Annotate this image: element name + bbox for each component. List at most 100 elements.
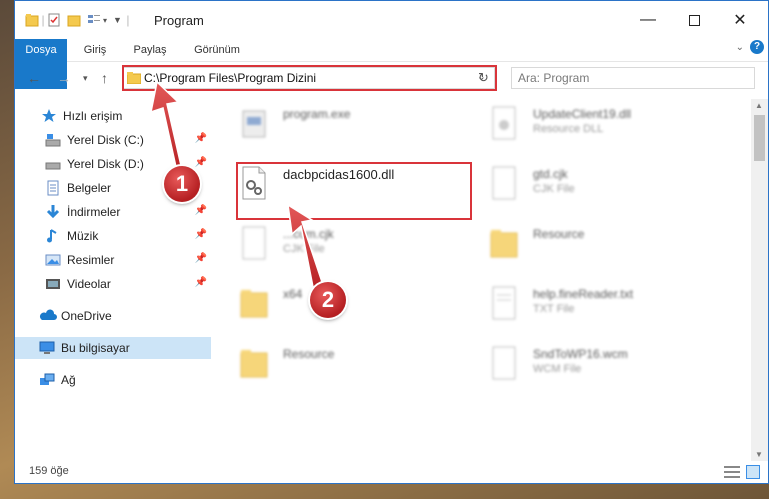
sidebar-item-disk-c[interactable]: Yerel Disk (C:) 📌 xyxy=(15,129,211,151)
sidebar-item-label: OneDrive xyxy=(61,309,112,323)
maximize-button[interactable] xyxy=(671,6,717,34)
sidebar-item-label: Yerel Disk (D:) xyxy=(67,157,144,171)
large-icons-view-icon[interactable] xyxy=(746,465,760,479)
scroll-down-icon[interactable]: ▼ xyxy=(755,450,763,459)
explorer-window: | ▾ ▼ | Program — ✕ Dosya Giriş Paylaş G… xyxy=(14,0,769,484)
videos-icon xyxy=(45,276,61,292)
file-type: CJK File xyxy=(533,183,575,195)
cloud-icon xyxy=(39,308,57,324)
file-type: WCM File xyxy=(533,363,582,375)
back-arrow-icon[interactable]: ← xyxy=(27,70,41,86)
tab-home[interactable]: Giriş xyxy=(77,39,113,61)
pin-icon[interactable]: 📌 xyxy=(195,205,207,216)
download-icon xyxy=(45,204,61,220)
pin-icon[interactable]: 📌 xyxy=(195,157,207,168)
file-type: CJK File xyxy=(283,243,325,255)
chevron-down-icon[interactable]: ▾ xyxy=(103,16,107,25)
callout-badge-2: 2 xyxy=(310,282,346,318)
recent-locations-icon[interactable]: ▾ xyxy=(83,73,88,84)
folder-icon xyxy=(240,290,268,318)
sidebar-item-pictures[interactable]: Resimler 📌 xyxy=(15,249,211,271)
pin-icon[interactable]: 📌 xyxy=(195,133,207,144)
sidebar-item-network[interactable]: Ağ xyxy=(15,369,211,391)
sidebar-item-label: Belgeler xyxy=(67,181,112,195)
tab-view[interactable]: Görünüm xyxy=(187,39,247,61)
pin-icon[interactable]: 📌 xyxy=(195,229,207,240)
search-input[interactable]: Ara: Program xyxy=(511,67,755,89)
help-icon[interactable]: ? xyxy=(750,40,764,54)
search-placeholder: Ara: Program xyxy=(518,71,590,85)
folder-item[interactable]: Resource xyxy=(217,341,457,391)
new-folder-icon[interactable] xyxy=(67,13,81,27)
file-list: program.exe UpdateClient19.dll Resource … xyxy=(217,101,747,461)
file-type: Resource DLL xyxy=(533,123,604,135)
sidebar-item-music[interactable]: Müzik 📌 xyxy=(15,225,211,247)
sidebar-item-label: Hızlı erişim xyxy=(63,109,123,123)
quick-access-toolbar: | ▾ ▼ | xyxy=(25,11,132,29)
pictures-icon xyxy=(45,252,61,268)
sidebar-item-quick-access[interactable]: Hızlı erişim xyxy=(15,105,211,127)
tab-share[interactable]: Paylaş xyxy=(127,39,173,61)
file-item[interactable]: program.exe xyxy=(217,101,457,151)
callout-badge-1: 1 xyxy=(164,166,200,202)
title-bar: | ▾ ▼ | Program — ✕ xyxy=(15,1,768,39)
folder-icon[interactable] xyxy=(25,13,39,27)
executable-icon xyxy=(242,110,266,138)
pin-icon[interactable]: 📌 xyxy=(195,277,207,288)
documents-icon xyxy=(45,180,61,196)
details-view-icon[interactable] xyxy=(724,465,740,479)
toolbar-divider: | xyxy=(126,13,130,27)
sidebar-item-label: Bu bilgisayar xyxy=(61,341,130,355)
folder-item[interactable]: Resource xyxy=(467,221,707,271)
sidebar-item-label: İndirmeler xyxy=(67,205,121,219)
music-icon xyxy=(45,228,61,244)
file-name: help.fineReader.txt xyxy=(533,287,634,301)
file-name: ...com.cjk xyxy=(283,227,334,241)
ribbon-expand-icon[interactable]: ⌄ xyxy=(736,42,744,53)
folder-icon xyxy=(490,230,518,258)
file-item[interactable]: UpdateClient19.dll Resource DLL xyxy=(467,101,707,151)
file-icon xyxy=(242,226,266,260)
file-name: program.exe xyxy=(283,107,351,121)
file-highlight-box xyxy=(236,162,472,220)
vertical-scrollbar[interactable]: ▲ ▼ xyxy=(751,99,768,461)
scrollbar-thumb[interactable] xyxy=(754,115,765,161)
sidebar-item-onedrive[interactable]: OneDrive xyxy=(15,305,211,327)
properties-icon[interactable] xyxy=(47,13,61,27)
status-bar: 159 öğe xyxy=(15,461,768,483)
ribbon-tabs: Dosya Giriş Paylaş Görünüm ⌄ ? xyxy=(15,39,768,89)
close-button[interactable]: ✕ xyxy=(717,6,763,34)
file-item[interactable]: SndToWP16.wcm WCM File xyxy=(467,341,707,391)
sidebar-item-label: Müzik xyxy=(67,229,99,243)
file-item[interactable]: gtd.cjk CJK File xyxy=(467,161,707,211)
computer-icon xyxy=(39,340,55,356)
dll-file-icon xyxy=(492,106,516,140)
file-item[interactable]: ...com.cjk CJK File xyxy=(217,221,457,271)
sidebar-item-this-pc[interactable]: Bu bilgisayar xyxy=(15,337,211,359)
scroll-up-icon[interactable]: ▲ xyxy=(755,101,763,110)
navigation-pane: Hızlı erişim Yerel Disk (C:) 📌 Yerel Dis… xyxy=(15,101,211,461)
star-icon xyxy=(41,108,57,124)
network-icon xyxy=(39,372,55,388)
forward-arrow-icon[interactable]: → xyxy=(57,70,71,86)
sidebar-item-videos[interactable]: Videolar 📌 xyxy=(15,273,211,295)
address-path: C:\Program Files\Program Dizini xyxy=(144,71,317,85)
drive-icon xyxy=(45,132,61,148)
file-item[interactable]: help.fineReader.txt TXT File xyxy=(467,281,707,331)
address-bar[interactable]: C:\Program Files\Program Dizini ⌄ xyxy=(123,67,495,89)
refresh-icon[interactable]: ↻ xyxy=(478,70,489,86)
folder-icon xyxy=(127,72,141,84)
sidebar-item-label: Ağ xyxy=(61,373,76,387)
view-icon[interactable] xyxy=(87,13,101,27)
file-type: TXT File xyxy=(533,303,575,315)
sidebar-item-downloads[interactable]: İndirmeler 📌 xyxy=(15,201,211,223)
minimize-button[interactable]: — xyxy=(625,6,671,34)
file-name: SndToWP16.wcm xyxy=(533,347,628,361)
pin-icon[interactable]: 📌 xyxy=(195,253,207,264)
up-arrow-icon[interactable]: ↑ xyxy=(101,70,108,86)
file-name: x64 xyxy=(283,287,303,301)
file-name: Resource xyxy=(283,347,335,361)
folder-icon xyxy=(240,350,268,378)
customize-toolbar-icon[interactable]: ▼ xyxy=(113,15,122,25)
file-icon xyxy=(492,166,516,200)
